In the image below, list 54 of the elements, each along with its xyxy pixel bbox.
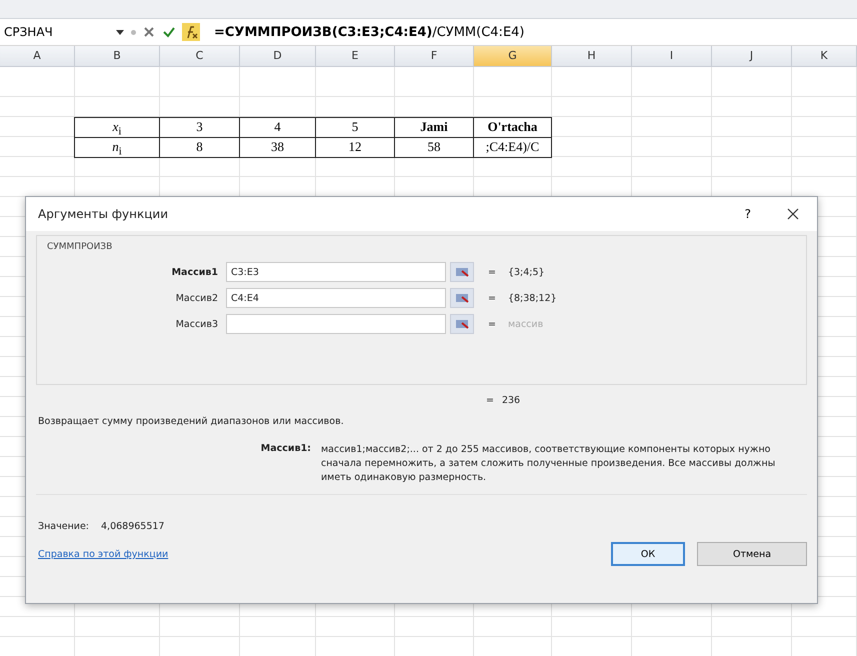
argument-result: {8;38;12} — [508, 292, 557, 304]
table-cell: 5 — [315, 117, 395, 138]
function-name: СУММПРОИЗВ — [47, 242, 114, 252]
column-header[interactable]: I — [632, 46, 712, 66]
formula-result: 236 — [502, 395, 520, 406]
column-header[interactable]: B — [75, 46, 160, 66]
argument-field[interactable] — [226, 314, 446, 334]
argument-label: Массив3 — [174, 318, 219, 330]
column-header[interactable]: A — [0, 46, 75, 66]
dialog-title: Аргументы функции — [38, 207, 170, 221]
value-label: Значение: — [38, 521, 90, 532]
column-header[interactable]: G — [474, 46, 552, 66]
equals-sign: = — [487, 266, 497, 278]
equals-sign: = — [487, 292, 497, 304]
column-header[interactable]: H — [552, 46, 632, 66]
table-cell: 4 — [239, 117, 316, 138]
equals-sign: = — [485, 395, 495, 406]
argument-help-text: массив1;массив2;... от 2 до 255 массивов, соответствующие компоненты которых нужно сначала перемножить, а затем сложить полученные произведения. Все массивы должны иметь одинаковую размерность. — [321, 443, 776, 484]
table-cell: ;C4:E4)/C — [473, 137, 552, 158]
table-cell: n$_{i}$ — [74, 137, 160, 158]
name-box[interactable]: СРЗНАЧ — [0, 25, 109, 39]
function-description: Возвращает сумму произведений диапазонов или массивов. — [38, 416, 345, 427]
dropdown-caret-icon[interactable] — [115, 27, 125, 37]
table-cell: Jami — [394, 117, 474, 138]
value-result: 4,068965517 — [101, 521, 164, 532]
grip-icon — [131, 30, 136, 34]
column-header[interactable]: K — [792, 46, 857, 66]
argument-label: Массив2 — [174, 292, 219, 304]
enter-check-icon[interactable] — [162, 25, 176, 39]
dialog-button[interactable]: Отмена — [697, 542, 807, 566]
close-icon[interactable] — [787, 208, 799, 220]
help-link[interactable]: Справка по этой функции — [38, 548, 168, 560]
column-header[interactable]: C — [160, 46, 240, 66]
argument-field[interactable]: C4:E4 — [226, 288, 446, 308]
argument-label: Массив1 — [170, 266, 219, 278]
column-header[interactable]: J — [712, 46, 792, 66]
column-header[interactable]: E — [316, 46, 395, 66]
argument-result: массив — [508, 318, 544, 330]
table-cell: O'rtacha — [473, 117, 552, 138]
collapse-range-icon[interactable] — [450, 288, 474, 308]
dialog-button[interactable]: ОК — [611, 542, 685, 566]
formula-input[interactable]: =СУММПРОИЗВ(C3:E3;C4:E4)/СУММ(C4:E4) — [206, 24, 857, 40]
insert-function-icon[interactable] — [182, 23, 200, 41]
collapse-range-icon[interactable] — [450, 314, 474, 334]
column-header[interactable]: D — [240, 46, 316, 66]
argument-field[interactable]: C3:E3 — [226, 262, 446, 282]
equals-sign: = — [487, 318, 497, 330]
argument-result: {3;4;5} — [508, 266, 545, 278]
cancel-icon[interactable] — [142, 25, 156, 39]
help-button[interactable]: ? — [724, 207, 771, 221]
table-cell: 3 — [159, 117, 240, 138]
argument-help-label: Массив1: — [260, 443, 311, 456]
collapse-range-icon[interactable] — [450, 262, 474, 282]
table-cell: x$_{i}$ — [74, 117, 160, 138]
